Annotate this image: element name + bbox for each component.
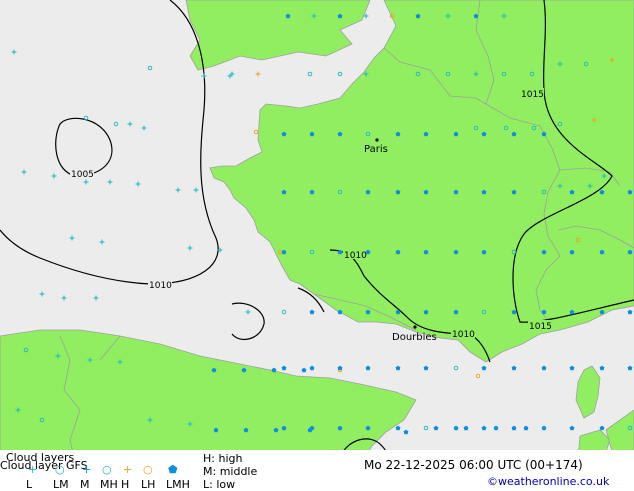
isobar-label: 1010	[452, 330, 475, 340]
isobar-label: 1015	[521, 90, 544, 100]
cloud-layers-map: 1005 1010 1010 1010 1015 1015 Paris Dour…	[0, 0, 634, 458]
legend-symbol-plus-icon: +	[28, 463, 38, 476]
legend-symbol-label: LH	[141, 478, 156, 491]
legend-symbol-label: M	[80, 478, 90, 491]
city-label-paris: Paris	[364, 144, 388, 155]
copyright-link[interactable]: ©weatheronline.co.uk	[487, 476, 609, 488]
legend-symbol-label: H	[121, 478, 130, 491]
legend-level-high: H: high	[203, 452, 243, 465]
legend-symbol-label: L	[26, 478, 33, 491]
city-marker-dourbies	[413, 325, 417, 329]
isobar-label: 1010	[344, 251, 367, 261]
legend-symbol-label: LMH	[166, 478, 190, 491]
legend-level-low: L: low	[203, 478, 236, 491]
isobar-label: 1010	[149, 281, 172, 291]
legend-symbol-label: MH	[100, 478, 118, 491]
legend-symbol-plus-icon: +	[82, 463, 92, 476]
isobar-label: 1015	[529, 322, 552, 332]
isobar-label: 1005	[71, 170, 94, 180]
legend-symbol-circle-icon: ○	[102, 463, 112, 476]
legend-symbol-pentagon-icon: ⬟	[168, 463, 178, 476]
city-marker-paris	[375, 138, 379, 142]
legend-symbol-plus-icon: +	[123, 463, 133, 476]
legend-symbol-label: LM	[53, 478, 69, 491]
legend-symbol-circle-icon: ○	[143, 463, 153, 476]
legend-subtitle: Cloud layer GFS	[0, 459, 88, 472]
legend-level-middle: M: middle	[203, 465, 258, 478]
legend-symbol-circle-icon: ○	[55, 463, 65, 476]
city-label-dourbies: Dourbies	[392, 332, 437, 343]
legend: Cloud layers Cloud layer GFS + L ○ LM + M ○ MH +…	[0, 450, 634, 491]
forecast-datetime: Mo 22-12-2025 06:00 UTC (00+174)	[364, 458, 583, 472]
